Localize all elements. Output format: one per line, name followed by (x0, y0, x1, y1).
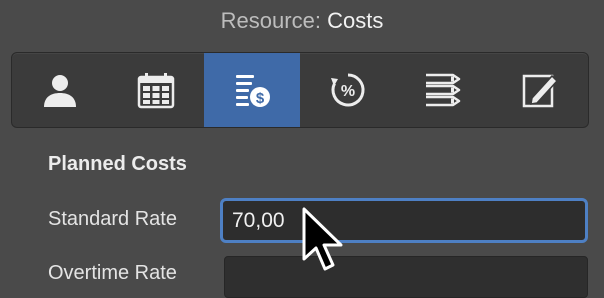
svg-text:%: % (341, 83, 355, 100)
overtime-rate-input[interactable] (224, 256, 588, 298)
tab-list[interactable] (396, 53, 492, 127)
tab-general[interactable] (12, 53, 108, 127)
costs-icon: $ (236, 75, 270, 107)
percent-cycle-icon: % (331, 73, 365, 107)
tab-notes[interactable] (492, 53, 588, 127)
calendar-icon (137, 73, 175, 109)
standard-rate-label: Standard Rate (48, 208, 177, 230)
inspector-tab-bar: $ % (11, 52, 589, 128)
person-icon (44, 75, 76, 107)
edit-note-icon (522, 74, 559, 108)
standard-rate-input[interactable] (220, 198, 588, 243)
tab-calendar[interactable] (108, 53, 204, 127)
tab-percent[interactable]: % (300, 53, 396, 127)
title-subject: Costs (327, 8, 384, 33)
section-title-planned-costs: Planned Costs (48, 153, 187, 175)
list-icon (426, 73, 461, 107)
mouse-pointer-icon (302, 207, 343, 271)
window-title: Resource: Costs (0, 8, 604, 34)
tab-costs[interactable]: $ (204, 53, 300, 127)
svg-text:$: $ (256, 90, 265, 107)
overtime-rate-label: Overtime Rate (48, 262, 177, 284)
title-prefix: Resource: (220, 8, 321, 33)
